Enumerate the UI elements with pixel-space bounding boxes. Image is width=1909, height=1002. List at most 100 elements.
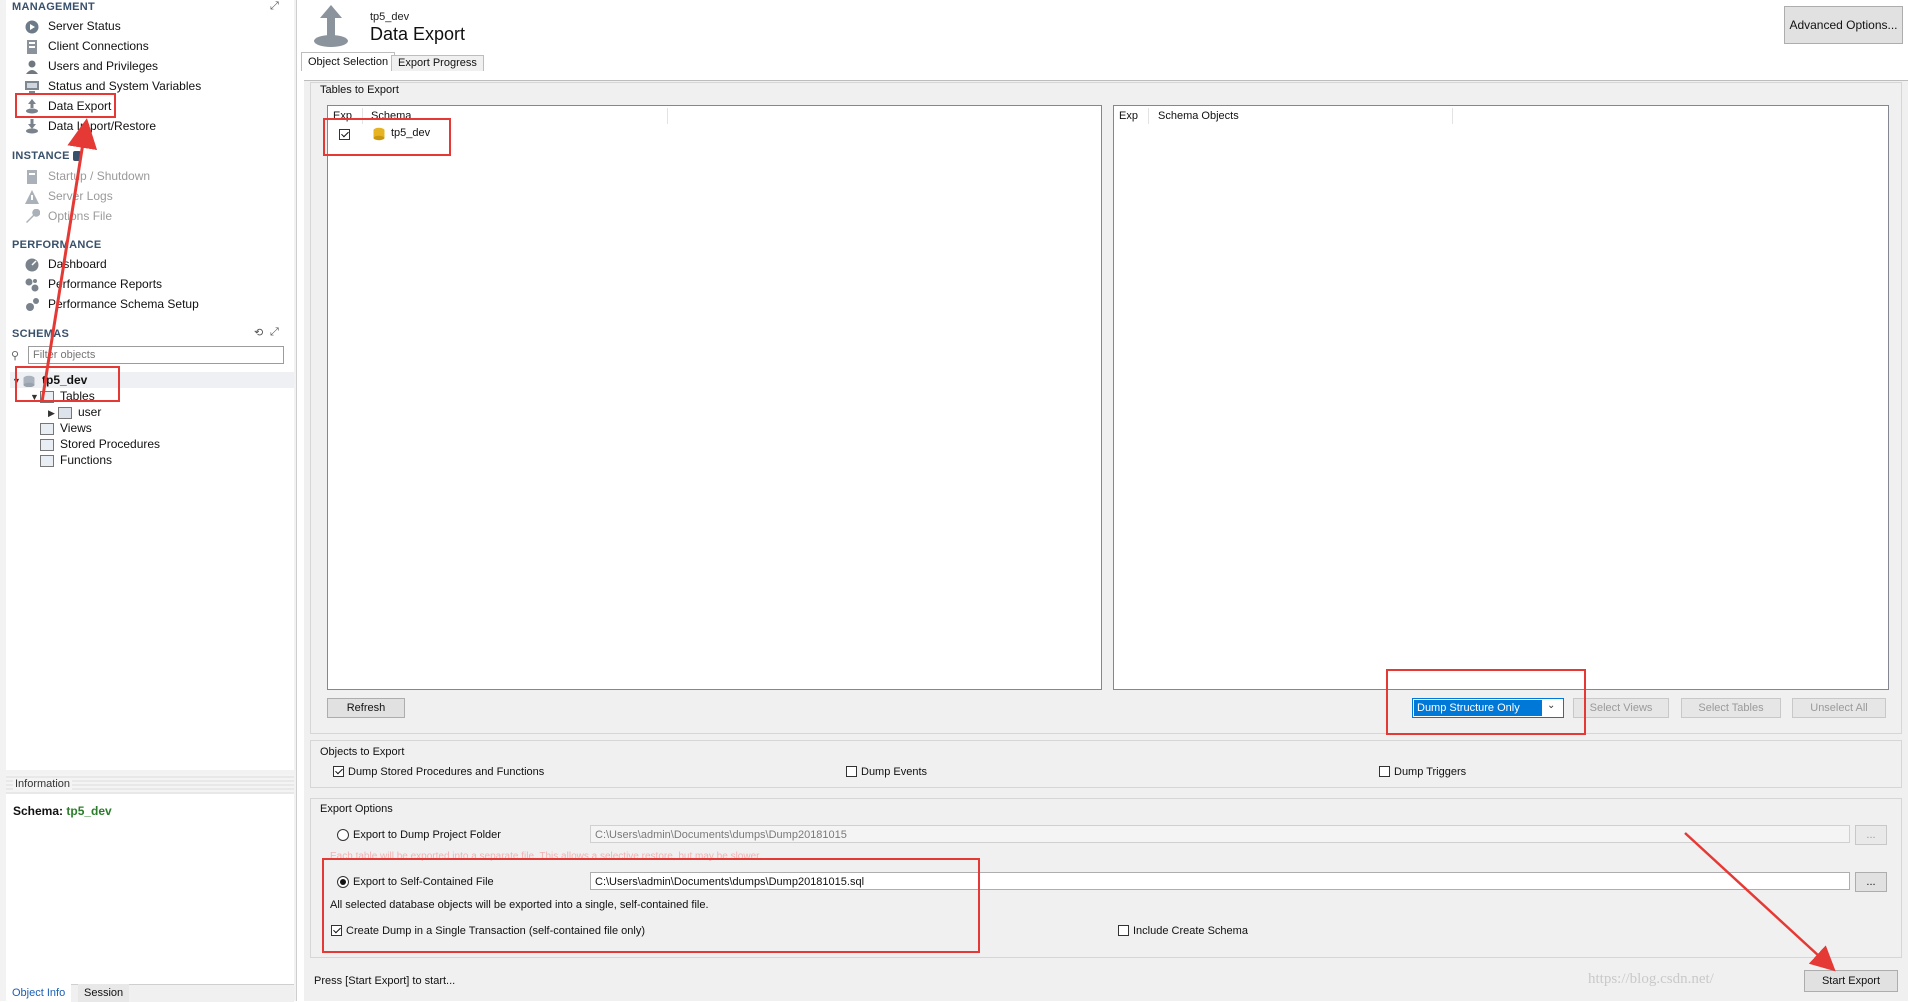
tab-object-info[interactable]: Object Info [6, 984, 72, 1002]
management-header: MANAGEMENT [12, 1, 96, 13]
expand-arrow-icon[interactable]: ▶ [48, 405, 58, 421]
option-label: Dump Triggers [1394, 765, 1467, 778]
tree-functions[interactable]: Functions [40, 452, 112, 468]
instance-title: INSTANCE [12, 150, 70, 162]
nav-label: Dashboard [48, 257, 107, 271]
settings-icon [24, 297, 40, 313]
nav-label: Users and Privileges [48, 59, 159, 73]
schema-row-name[interactable]: tp5_dev [391, 127, 430, 139]
schema-list[interactable] [327, 105, 1102, 690]
nav-label: Data Import/Restore [48, 119, 157, 133]
checkbox[interactable] [331, 925, 342, 937]
export-header-icon [312, 4, 350, 51]
export-options-label: Export Options [320, 803, 393, 815]
dump-mode-select[interactable]: Dump Structure Only ⌄ [1412, 698, 1564, 718]
tree-stored-procedures[interactable]: Stored Procedures [40, 436, 160, 452]
start-export-button[interactable]: Start Export [1804, 970, 1898, 992]
tables-to-export-label: Tables to Export [320, 84, 399, 96]
import-icon [24, 118, 40, 135]
option-label: Export to Dump Project Folder [353, 828, 501, 841]
col-exp: Exp [1119, 110, 1138, 122]
header-subtitle: tp5_dev [370, 11, 410, 23]
tree-views[interactable]: Views [40, 420, 92, 436]
col-divider [667, 108, 668, 124]
nav-options-file[interactable]: Options File [24, 206, 112, 226]
server-icon [24, 39, 40, 55]
col-divider [1452, 108, 1453, 124]
nav-server-status[interactable]: Server Status [24, 16, 121, 36]
nav-label: Performance Schema Setup [48, 297, 199, 311]
page-title: Data Export [370, 24, 466, 44]
expand-icon[interactable]: ⤢ [270, 0, 279, 13]
checkbox[interactable] [846, 766, 857, 778]
checkbox[interactable] [339, 129, 350, 141]
nav-startup-shutdown[interactable]: Startup / Shutdown [24, 166, 150, 186]
unselect-all-button[interactable]: Unselect All [1792, 698, 1886, 718]
nav-label: Data Export [48, 99, 112, 113]
reports-icon [24, 277, 40, 293]
tree-tables[interactable]: ▼ Tables [30, 388, 95, 404]
col-schema: Schema [371, 110, 412, 122]
database-icon [22, 375, 36, 388]
tree-table-user[interactable]: ▶ user [48, 404, 101, 420]
information-title: Information [13, 778, 73, 790]
expand-icon[interactable]: ⤢ [270, 326, 279, 339]
info-schema-label: Schema: [13, 804, 64, 818]
include-create-schema-option[interactable]: Include Create Schema [1118, 923, 1248, 937]
self-contained-path-field[interactable]: C:\Users\admin\Documents\dumps\Dump20181… [590, 872, 1850, 890]
checkbox[interactable] [333, 766, 344, 778]
tree-label: Functions [60, 453, 113, 467]
checkbox[interactable] [1118, 925, 1129, 937]
schema-tree-tp5-dev[interactable]: ▼ tp5_dev [12, 372, 87, 388]
radio-button[interactable] [337, 875, 349, 888]
objects-to-export-label: Objects to Export [320, 746, 405, 758]
dump-triggers-option[interactable]: Dump Triggers [1379, 764, 1466, 778]
self-contained-browse-button[interactable]: ... [1855, 872, 1887, 892]
info-schema-value: tp5_dev [66, 804, 112, 818]
nav-users-privileges[interactable]: Users and Privileges [24, 56, 158, 76]
dump-folder-browse-button[interactable]: ... [1855, 825, 1887, 845]
nav-label: Server Status [48, 19, 121, 33]
nav-status-variables[interactable]: Status and System Variables [24, 76, 201, 96]
nav-label: Server Logs [48, 189, 113, 203]
dump-folder-option[interactable]: Export to Dump Project Folder [337, 827, 501, 841]
select-views-button[interactable]: Select Views [1573, 698, 1669, 718]
server-icon [24, 169, 40, 185]
select-tables-button[interactable]: Select Tables [1681, 698, 1781, 718]
collapse-arrow-icon[interactable]: ▼ [30, 389, 40, 405]
nav-performance-schema-setup[interactable]: Performance Schema Setup [24, 294, 199, 314]
dump-events-option[interactable]: Dump Events [846, 764, 927, 778]
chevron-down-icon: ⌄ [1547, 700, 1556, 711]
tab-session[interactable]: Session [78, 984, 130, 1002]
export-icon [24, 98, 40, 115]
self-contained-option[interactable]: Export to Self-Contained File [337, 874, 494, 888]
refresh-schemas-icon[interactable]: ⟲ [254, 326, 263, 339]
nav-data-import[interactable]: Data Import/Restore [24, 116, 156, 136]
advanced-options-button[interactable]: Advanced Options... [1784, 6, 1903, 44]
filter-objects-input[interactable] [28, 346, 284, 364]
schema-row-checkbox[interactable] [339, 127, 350, 141]
nav-client-connections[interactable]: Client Connections [24, 36, 149, 56]
dump-routines-option[interactable]: Dump Stored Procedures and Functions [333, 764, 544, 778]
checkbox[interactable] [1379, 766, 1390, 778]
self-contained-hint: All selected database objects will be ex… [330, 899, 709, 911]
watermark: https://blog.csdn.net/ [1588, 971, 1714, 987]
nav-label: Startup / Shutdown [48, 169, 151, 183]
refresh-button[interactable]: Refresh [327, 698, 405, 718]
dump-folder-hint: Each table will be exported into a separ… [330, 851, 762, 862]
nav-data-export[interactable]: Data Export [24, 96, 111, 116]
nav-label: Status and System Variables [48, 79, 202, 93]
nav-server-logs[interactable]: Server Logs [24, 186, 113, 206]
radio-button[interactable] [337, 828, 349, 841]
nav-performance-reports[interactable]: Performance Reports [24, 274, 162, 294]
single-transaction-option[interactable]: Create Dump in a Single Transaction (sel… [331, 923, 645, 937]
table-folder-icon [40, 390, 54, 403]
collapse-arrow-icon[interactable]: ▼ [12, 373, 22, 389]
tab-export-progress[interactable]: Export Progress [391, 55, 484, 71]
nav-dashboard[interactable]: Dashboard [24, 254, 107, 274]
dump-folder-path-field[interactable]: C:\Users\admin\Documents\dumps\Dump20181… [590, 825, 1850, 843]
procedures-folder-icon [40, 438, 54, 451]
tab-object-selection[interactable]: Object Selection [301, 52, 396, 71]
col-divider [362, 108, 363, 124]
schema-objects-list[interactable] [1113, 105, 1889, 690]
